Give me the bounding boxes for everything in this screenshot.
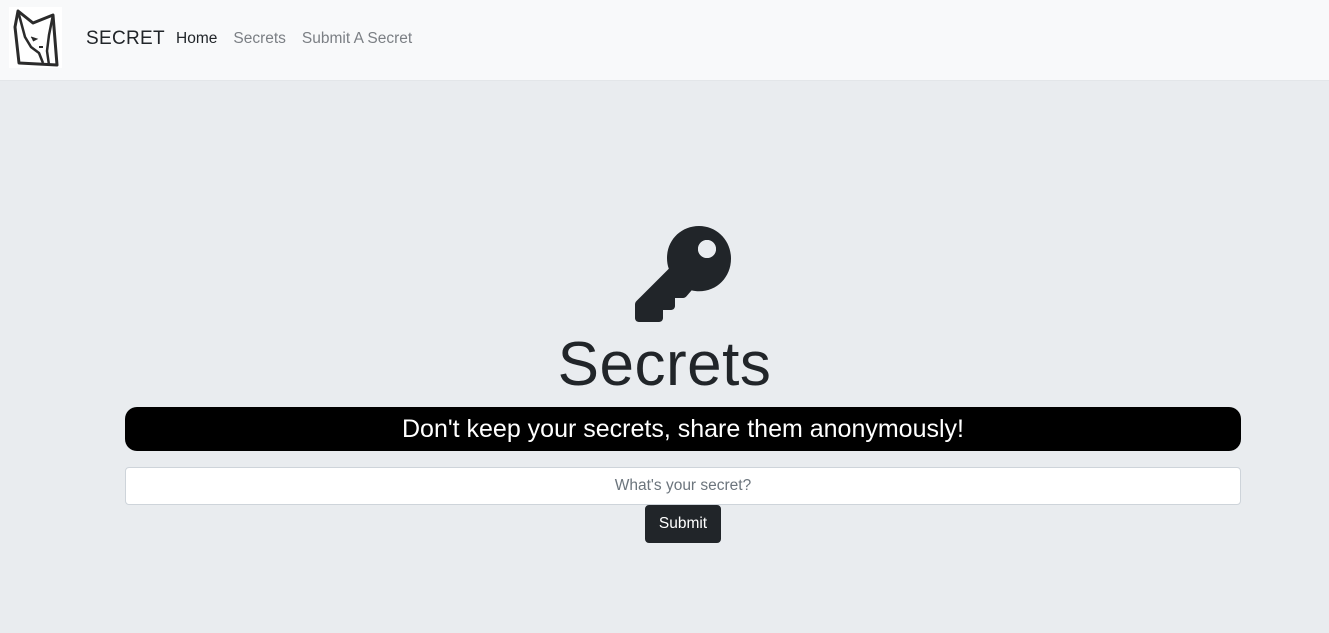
navbar: SECRET Home Secrets Submit A Secret bbox=[0, 0, 1329, 81]
tagline-banner: Don't keep your secrets, share them anon… bbox=[125, 407, 1241, 451]
nav-link-home[interactable]: Home bbox=[176, 29, 217, 49]
secret-input[interactable] bbox=[125, 467, 1241, 505]
brand-name[interactable]: SECRET bbox=[86, 28, 165, 50]
fox-logo-icon[interactable] bbox=[9, 7, 62, 68]
nav-links: Home Secrets Submit A Secret bbox=[176, 29, 428, 49]
submit-button[interactable]: Submit bbox=[645, 505, 721, 543]
key-icon bbox=[633, 224, 733, 324]
nav-link-submit-a-secret[interactable]: Submit A Secret bbox=[302, 29, 412, 49]
page-title: Secrets bbox=[557, 330, 772, 399]
nav-link-secrets[interactable]: Secrets bbox=[233, 29, 286, 49]
